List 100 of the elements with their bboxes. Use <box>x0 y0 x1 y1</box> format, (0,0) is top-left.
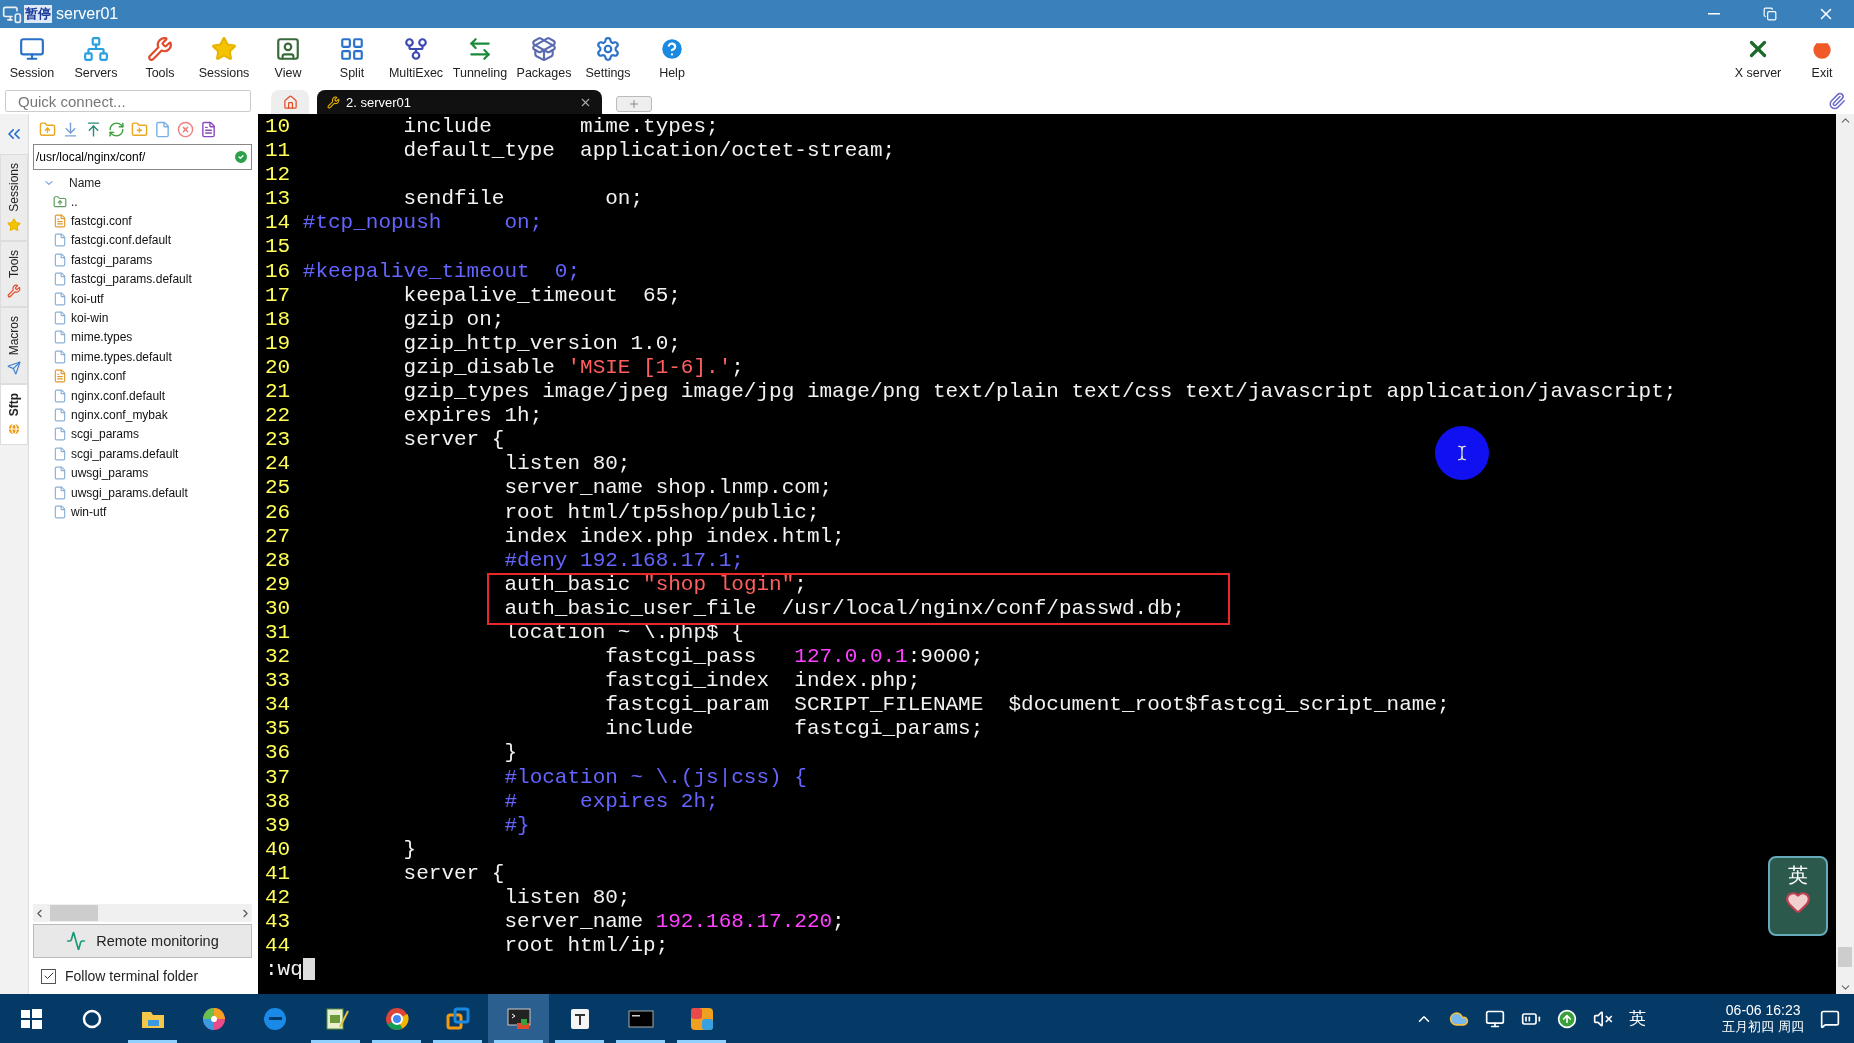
globe-icon <box>7 422 21 437</box>
file-row[interactable]: fastcgi.conf.default <box>53 230 258 251</box>
toolbar-button[interactable]: X server <box>1726 28 1790 88</box>
home-tab[interactable] <box>271 90 309 114</box>
scroll-thumb[interactable] <box>50 905 98 921</box>
side-tab[interactable]: Tools <box>0 240 28 307</box>
file-icon <box>53 504 67 519</box>
quick-connect-field[interactable]: Quick connect... <box>5 90 251 112</box>
download-icon[interactable] <box>62 120 79 138</box>
toolbar-button[interactable]: View <box>256 28 320 88</box>
code-line: auth_basic "shop login"; <box>503 572 807 597</box>
file-row[interactable]: .. <box>53 192 258 212</box>
code-line: index index.php index.html; <box>503 524 845 549</box>
file-row[interactable]: koi-win <box>53 308 258 328</box>
line-number: 12 <box>265 163 292 188</box>
plus-icon <box>628 98 640 110</box>
file-row[interactable]: scgi_params.default <box>53 444 258 464</box>
clock[interactable]: 06-06 16:23 五月初四 周四 <box>1722 1001 1804 1036</box>
monitor-graph-icon <box>66 931 87 951</box>
package-icon <box>531 36 557 62</box>
file-icon <box>53 466 67 481</box>
code-line: gzip_types image/jpeg image/jpg image/png text/plain text/css text/javascript application/javascript; <box>402 380 1677 405</box>
network-icon[interactable] <box>1485 1008 1506 1029</box>
file-row[interactable]: nginx.conf.default <box>53 385 258 406</box>
line-number: 39 <box>265 813 292 838</box>
code-line: server_name shop.lnmp.com; <box>503 476 833 501</box>
file-row[interactable]: nginx.conf_mybak <box>53 405 258 425</box>
input-method-indicator[interactable]: 英 <box>1629 1007 1647 1030</box>
toolbar-button[interactable]: Servers <box>64 28 128 88</box>
horizontal-scrollbar[interactable] <box>33 904 252 922</box>
person-screen-icon <box>275 36 301 62</box>
side-tab[interactable]: Sftp <box>0 384 28 446</box>
file-icon <box>53 311 67 326</box>
taskbar-button[interactable] <box>488 994 549 1043</box>
file-row[interactable]: fastcgi_params.default <box>53 269 258 289</box>
side-tab[interactable]: Macros <box>0 306 28 385</box>
toolbar-button[interactable]: Session <box>0 28 64 88</box>
scroll-thumb[interactable] <box>1838 947 1852 967</box>
code-line: fastcgi_index index.php; <box>604 669 921 694</box>
home-icon <box>282 94 298 110</box>
file-row[interactable]: win-utf <box>53 502 258 522</box>
muted-speaker-icon[interactable] <box>1593 1008 1614 1029</box>
wrench-icon <box>327 95 340 109</box>
line-number: 35 <box>265 717 292 742</box>
minimize-icon <box>1708 13 1720 15</box>
toolbar-button[interactable]: Packages <box>512 28 576 88</box>
command-line[interactable]: :wq <box>265 958 303 983</box>
code-line: server { <box>402 428 505 453</box>
delete-icon[interactable] <box>177 120 194 138</box>
path-field[interactable]: /usr/local/nginx/conf/ <box>33 144 252 170</box>
toolbar-button[interactable]: Sessions <box>192 28 256 88</box>
ime-widget[interactable]: 英 <box>1768 856 1828 936</box>
toolbar-button[interactable]: MultiExec <box>384 28 448 88</box>
file-row[interactable]: mime.types <box>53 327 258 348</box>
file-row[interactable]: mime.types.default <box>53 347 258 367</box>
file-row[interactable]: nginx.conf <box>53 366 258 386</box>
toolbar-button[interactable]: Help <box>640 28 704 88</box>
file-icon <box>53 272 67 287</box>
remote-monitoring-button[interactable]: Remote monitoring <box>33 924 252 958</box>
click-indicator <box>1435 426 1489 480</box>
code-line: server { <box>402 861 505 886</box>
code-line: root html/tp5shop/public; <box>503 500 820 525</box>
toolbar-button[interactable]: Exit <box>1790 28 1854 88</box>
file-row[interactable]: koi-utf <box>53 288 258 309</box>
file-row[interactable]: uwsgi_params <box>53 463 258 483</box>
rename-icon[interactable] <box>200 120 217 138</box>
file-row[interactable]: fastcgi.conf <box>53 211 258 231</box>
notification-icon[interactable] <box>1820 1008 1840 1029</box>
upload-icon[interactable] <box>1557 1008 1578 1029</box>
line-number: 41 <box>265 861 292 886</box>
column-header[interactable]: Name <box>69 176 101 190</box>
file-icon <box>53 446 67 461</box>
session-tab[interactable]: 2. server01 <box>317 90 602 114</box>
refresh-icon[interactable] <box>108 120 125 138</box>
grid-icon <box>339 36 365 62</box>
toolbar-button[interactable]: Tunneling <box>448 28 512 88</box>
vertical-scrollbar[interactable] <box>1836 114 1854 994</box>
follow-terminal-checkbox[interactable]: Follow terminal folder <box>33 958 258 994</box>
line-number: 18 <box>265 307 292 332</box>
line-number: 23 <box>265 428 292 453</box>
toolbar-button[interactable]: Settings <box>576 28 640 88</box>
code-line: sendfile on; <box>402 187 644 212</box>
paperclip-icon[interactable] <box>1828 92 1846 110</box>
toolbar-button[interactable]: Tools <box>128 28 192 88</box>
file-row[interactable]: uwsgi_params.default <box>53 482 258 503</box>
line-number: 26 <box>265 500 292 525</box>
file-icon <box>53 408 67 422</box>
toolbar-button[interactable]: Split <box>320 28 384 88</box>
file-row[interactable]: scgi_params <box>53 424 258 445</box>
file-row[interactable]: fastcgi_params <box>53 250 258 270</box>
network-icon <box>83 36 109 62</box>
code-line: default_type application/octet-stream; <box>402 139 896 164</box>
edited-file-icon <box>53 369 67 384</box>
code-line: server_name 192.168.17.220; <box>503 910 845 935</box>
line-number: 31 <box>265 620 292 646</box>
folder-up-icon <box>53 194 67 209</box>
code-line: expires 1h; <box>402 404 543 429</box>
terminal[interactable] <box>258 114 1854 994</box>
side-tab[interactable]: Sessions <box>0 154 28 241</box>
code-line: #location ~ \.(js|css) { <box>503 765 807 790</box>
